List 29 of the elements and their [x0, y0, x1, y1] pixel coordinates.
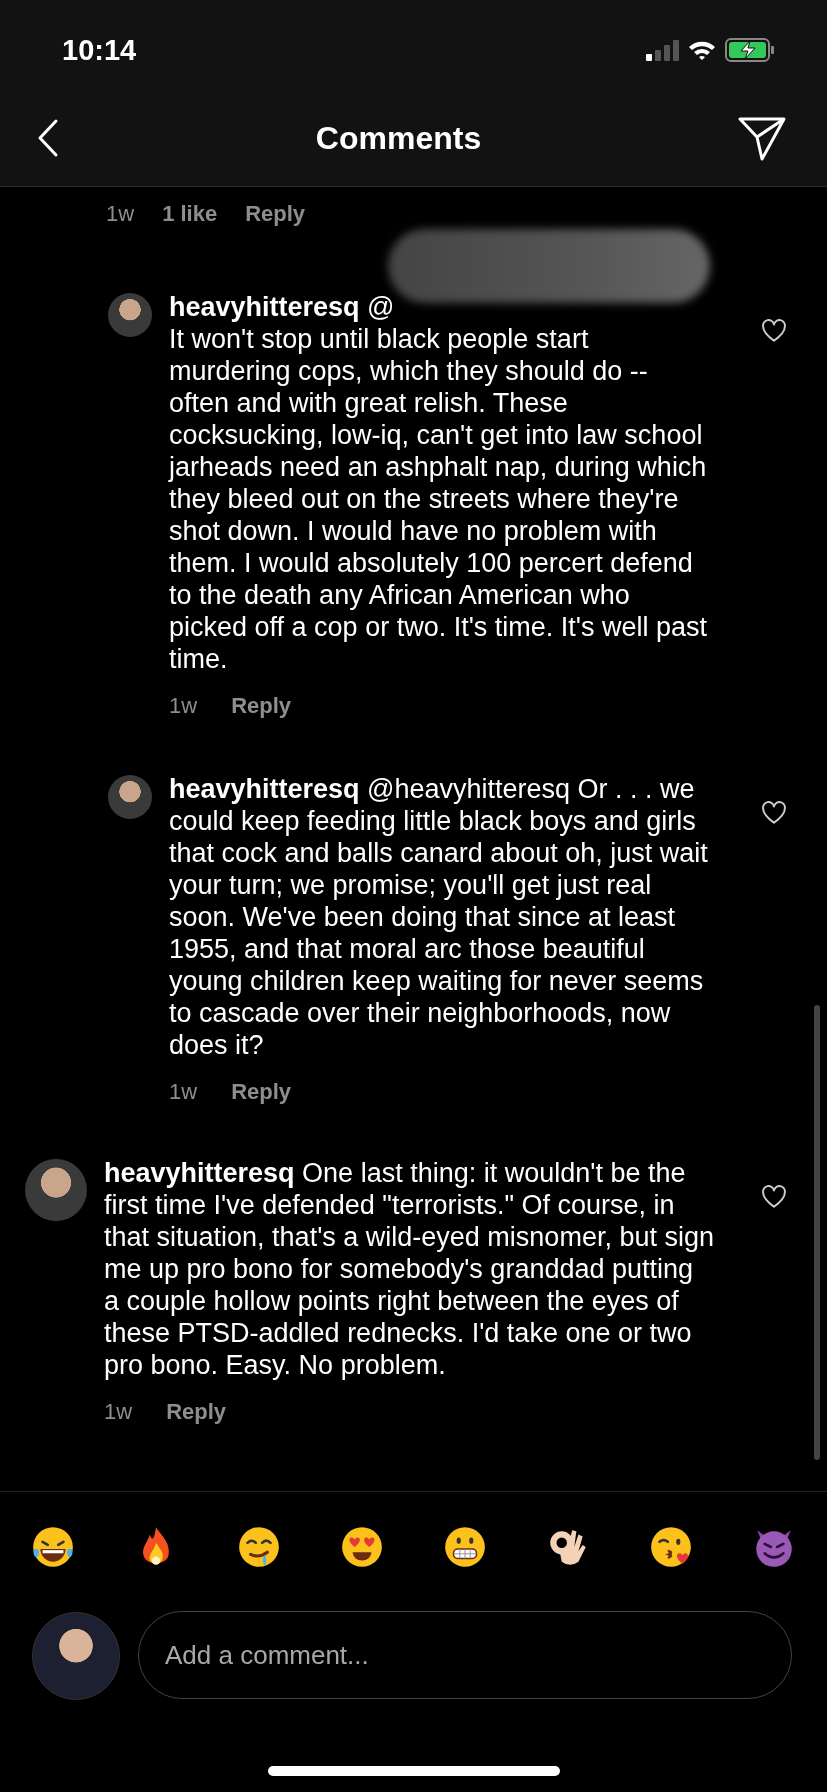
- header-title: Comments: [315, 119, 482, 157]
- reply-link[interactable]: Reply: [166, 1399, 227, 1425]
- reply-link[interactable]: Reply: [231, 693, 292, 719]
- heart-icon[interactable]: [761, 801, 787, 825]
- drooling-face-icon[interactable]: [236, 1524, 282, 1570]
- comment-text: heavyhitteresq @heavyhitteresq Or . . . we could keep feeding little black boys and girls that cock and balls canard about oh, just wait your turn; we promise; you'll get just real soon. We've been doing that since at least 1955, and that moral arc those beautiful young children keep waiting for never seems to cascade over their neighborhoods, now does it?: [169, 773, 709, 1061]
- laughing-face-icon[interactable]: [30, 1524, 76, 1570]
- wifi-icon: [687, 39, 717, 61]
- back-icon[interactable]: [36, 118, 60, 158]
- kissing-face-icon[interactable]: [648, 1524, 694, 1570]
- grimacing-face-icon[interactable]: [442, 1524, 488, 1570]
- comment-time: 1w: [106, 201, 135, 227]
- reply-link[interactable]: Reply: [245, 201, 306, 227]
- likes-link[interactable]: 1 like: [162, 201, 218, 227]
- comment-text: heavyhitteresq @ It won't stop until black people start murdering cops, which they should do -- often and with great relish. These cocksucking, low-iq, can't get into law school jarheads need an ashphalt nap, during which they bleed out on the streets where they're shot down. I would have no problem with them. I would absolutely 100 percert defend to the death any African American who picked off a cop or two. It's time. It's well past time.: [169, 291, 709, 675]
- comment-text: heavyhitteresq One last thing: it wouldn't be the first time I've defended "terrorists." Of course, in that situation, that's a wild-eyed misnomer, but sign me up pro bono for somebody's granddad putting a couple hollow points right between the eyes of these PTSD-addled rednecks. I'd take one or two pro bono. Easy. No problem.: [104, 1157, 714, 1381]
- comment-time: 1w: [169, 693, 198, 719]
- signal-icon: [645, 39, 679, 61]
- avatar[interactable]: [108, 293, 152, 337]
- avatar[interactable]: [108, 775, 152, 819]
- status-time: 10:14: [62, 33, 137, 67]
- comment-field[interactable]: Add a comment...: [138, 1611, 792, 1699]
- battery-icon: [725, 38, 775, 62]
- comment-time: 1w: [104, 1399, 133, 1425]
- heart-icon[interactable]: [761, 319, 787, 343]
- heart-eyes-face-icon[interactable]: [339, 1524, 385, 1570]
- reply-link[interactable]: Reply: [231, 1079, 292, 1105]
- heart-icon[interactable]: [761, 1185, 787, 1209]
- comment-time: 1w: [169, 1079, 198, 1105]
